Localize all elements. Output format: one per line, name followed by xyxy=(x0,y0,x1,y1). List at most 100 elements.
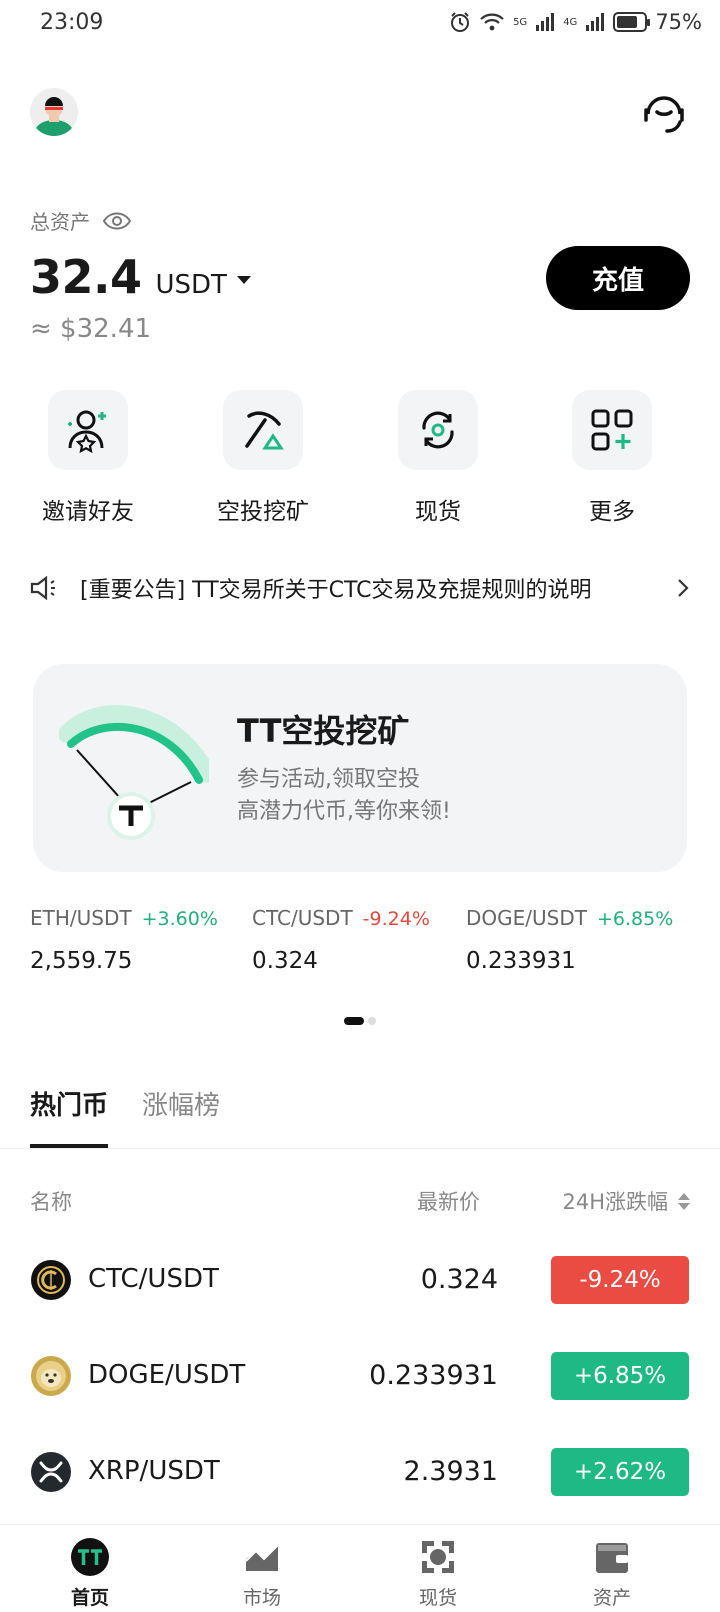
col-last-price: 最新价 xyxy=(417,1190,480,1214)
xrp-coin-icon xyxy=(31,1452,71,1492)
wallet-icon xyxy=(592,1537,632,1577)
row-change-badge: -9.24% xyxy=(551,1256,689,1304)
market-chart-icon xyxy=(242,1537,282,1577)
signal-icon-2 xyxy=(586,13,605,31)
ticker-pair: CTC/USDT xyxy=(252,906,353,930)
status-icons: 5G 4G 75% xyxy=(449,10,702,34)
action-label: 邀请好友 xyxy=(42,499,134,525)
col-24h-change[interactable]: 24H涨跌幅 xyxy=(562,1186,690,1216)
speaker-icon xyxy=(30,575,55,601)
ticker-price: 0.324 xyxy=(252,948,318,974)
ticker-eth[interactable]: ETH/USDT +3.60% 2,559.75 xyxy=(30,906,218,974)
nav-spot[interactable]: 现货 xyxy=(348,1525,528,1610)
nav-label: 市场 xyxy=(242,1587,281,1609)
action-spot[interactable]: 现货 xyxy=(358,390,518,526)
customer-support-button[interactable] xyxy=(638,88,690,138)
row-change-badge: +2.62% xyxy=(551,1448,689,1496)
table-row[interactable]: DOGE/USDT 0.233931 +6.85% xyxy=(0,1348,720,1408)
banner-line-1: 参与活动,领取空投 xyxy=(237,767,420,792)
spot-exchange-icon xyxy=(422,411,454,449)
total-assets-label: 总资产 xyxy=(30,206,132,235)
deposit-button[interactable]: 充值 xyxy=(546,246,690,310)
pickaxe-icon xyxy=(245,411,284,450)
action-label: 空投挖矿 xyxy=(217,499,309,525)
airdrop-banner[interactable]: TT空投挖矿 参与活动,领取空投 高潜力代币,等你来领! xyxy=(33,664,687,872)
spot-icon xyxy=(418,1537,458,1577)
tab-top-gainers[interactable]: 涨幅榜 xyxy=(142,1085,220,1148)
action-more[interactable]: 更多 xyxy=(532,390,692,526)
user-avatar[interactable] xyxy=(30,88,78,136)
ticker-change: +3.60% xyxy=(141,908,218,930)
action-airdrop-mining[interactable]: 空投挖矿 xyxy=(183,390,343,526)
ticker-change: +6.85% xyxy=(596,908,674,930)
eye-icon[interactable] xyxy=(102,211,132,231)
banner-title: TT空投挖矿 xyxy=(237,712,410,750)
carousel-dot-active xyxy=(344,1017,364,1025)
home-tt-icon xyxy=(70,1537,110,1577)
row-pair: CTC/USDT xyxy=(88,1264,219,1294)
ctc-coin-icon xyxy=(31,1260,71,1300)
tab-hot-coins[interactable]: 热门币 xyxy=(30,1085,109,1148)
announcement-text: [重要公告] TT交易所关于CTC交易及充提规则的说明 xyxy=(80,578,592,603)
carousel-dot xyxy=(368,1017,376,1025)
status-time: 23:09 xyxy=(40,10,104,35)
ticker-doge[interactable]: DOGE/USDT +6.85% 0.233931 xyxy=(466,906,673,974)
signal-icon-1 xyxy=(536,13,555,31)
balance-value: 32.4 xyxy=(30,250,142,304)
sort-icon[interactable] xyxy=(678,1192,690,1210)
carousel-dots xyxy=(344,1017,376,1025)
action-invite-friends[interactable]: 邀请好友 xyxy=(8,390,168,526)
spot-exchange-icon-box xyxy=(398,390,478,470)
table-row[interactable]: XRP/USDT 2.3931 +2.62% xyxy=(0,1444,720,1504)
battery-icon xyxy=(613,12,651,32)
col-name: 名称 xyxy=(30,1190,72,1214)
status-bar: 23:09 5G 4G 75% xyxy=(0,0,720,50)
row-price: 0.324 xyxy=(420,1264,498,1295)
announcement-bar[interactable]: [重要公告] TT交易所关于CTC交易及充提规则的说明 xyxy=(30,568,690,608)
battery-fill xyxy=(617,16,637,28)
market-tabs: 热门币 涨幅榜 xyxy=(30,1085,220,1148)
headset-icon xyxy=(644,96,684,133)
nav-home[interactable]: 首页 xyxy=(0,1525,180,1610)
action-label: 现货 xyxy=(415,499,461,525)
invite-friends-icon xyxy=(68,410,106,454)
pickaxe-icon-box xyxy=(223,390,303,470)
network-5g-label: 5G xyxy=(513,16,528,28)
row-pair: XRP/USDT xyxy=(88,1456,220,1486)
col-24h-change-label: 24H涨跌幅 xyxy=(562,1190,668,1214)
balance-unit-selector[interactable]: USDT xyxy=(156,270,227,300)
battery-percent: 75% xyxy=(655,10,702,34)
wifi-icon xyxy=(480,13,504,31)
invite-friends-icon-box xyxy=(48,390,128,470)
parachute-coin-icon xyxy=(59,705,209,840)
ticker-pair: DOGE/USDT xyxy=(466,906,587,930)
nav-assets[interactable]: 资产 xyxy=(522,1525,702,1610)
total-assets-text: 总资产 xyxy=(30,210,90,234)
nav-label: 首页 xyxy=(70,1587,109,1609)
nav-label: 资产 xyxy=(592,1587,631,1609)
ticker-price: 0.233931 xyxy=(466,948,576,974)
caret-down-icon[interactable] xyxy=(236,276,251,284)
balance-row: 32.4 USDT xyxy=(30,250,251,304)
more-grid-icon xyxy=(591,409,633,451)
divider xyxy=(0,1148,720,1149)
alarm-icon xyxy=(451,12,470,32)
chevron-right-icon[interactable] xyxy=(676,577,690,599)
ticker-pair: ETH/USDT xyxy=(30,906,132,930)
avatar-icon xyxy=(30,88,78,136)
row-pair: DOGE/USDT xyxy=(88,1360,246,1390)
doge-coin-icon xyxy=(31,1356,71,1396)
row-change-badge: +6.85% xyxy=(551,1352,689,1400)
banner-line-2: 高潜力代币,等你来领! xyxy=(237,799,451,824)
row-price: 2.3931 xyxy=(403,1456,498,1487)
nav-label: 现货 xyxy=(418,1587,457,1609)
network-4g-label: 4G xyxy=(563,16,578,28)
ticker-ctc[interactable]: CTC/USDT -9.24% 0.324 xyxy=(252,906,430,974)
nav-market[interactable]: 市场 xyxy=(172,1525,352,1610)
fiat-value: ≈ $32.41 xyxy=(30,314,152,344)
banner-subtitle: 参与活动,领取空投 高潜力代币,等你来领! xyxy=(237,764,451,828)
action-label: 更多 xyxy=(589,499,635,525)
bottom-navigation: 首页 市场 现货 资产 xyxy=(0,1524,720,1612)
ticker-price: 2,559.75 xyxy=(30,948,133,974)
table-row[interactable]: CTC/USDT 0.324 -9.24% xyxy=(0,1252,720,1312)
